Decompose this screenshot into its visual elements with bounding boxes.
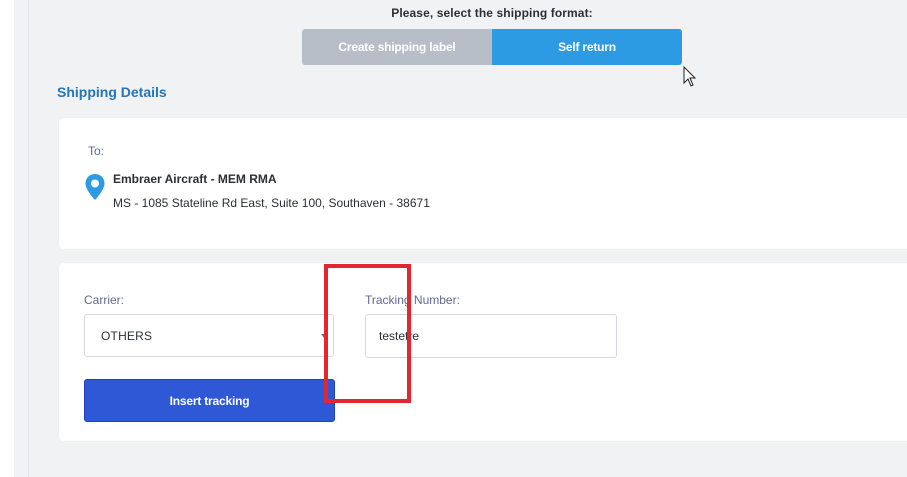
map-pin-icon <box>85 174 105 200</box>
shipping-details-title: Shipping Details <box>57 84 167 100</box>
create-shipping-label-button[interactable]: Create shipping label <box>302 29 492 65</box>
carrier-select-value: OTHERS <box>101 329 153 343</box>
chevron-down-icon <box>321 334 327 338</box>
tracking-card: Carrier: Tracking Number: OTHERS Insert … <box>59 263 907 441</box>
insert-tracking-button[interactable]: Insert tracking <box>84 379 335 422</box>
shipping-format-title: Please, select the shipping format: <box>391 6 593 20</box>
left-panel-edge <box>0 0 14 477</box>
left-divider <box>28 0 29 477</box>
recipient-company: Embraer Aircraft - MEM RMA <box>113 172 277 186</box>
tracking-number-label: Tracking Number: <box>365 293 460 307</box>
carrier-select[interactable]: OTHERS <box>84 314 334 357</box>
carrier-label: Carrier: <box>84 293 125 307</box>
mouse-cursor-icon <box>683 66 697 87</box>
address-card: To: Embraer Aircraft - MEM RMA MS - 1085… <box>59 118 907 249</box>
self-return-button[interactable]: Self return <box>492 29 682 65</box>
tracking-number-input[interactable] <box>365 314 617 358</box>
to-label: To: <box>88 144 105 158</box>
recipient-address: MS - 1085 Stateline Rd East, Suite 100, … <box>113 196 430 210</box>
